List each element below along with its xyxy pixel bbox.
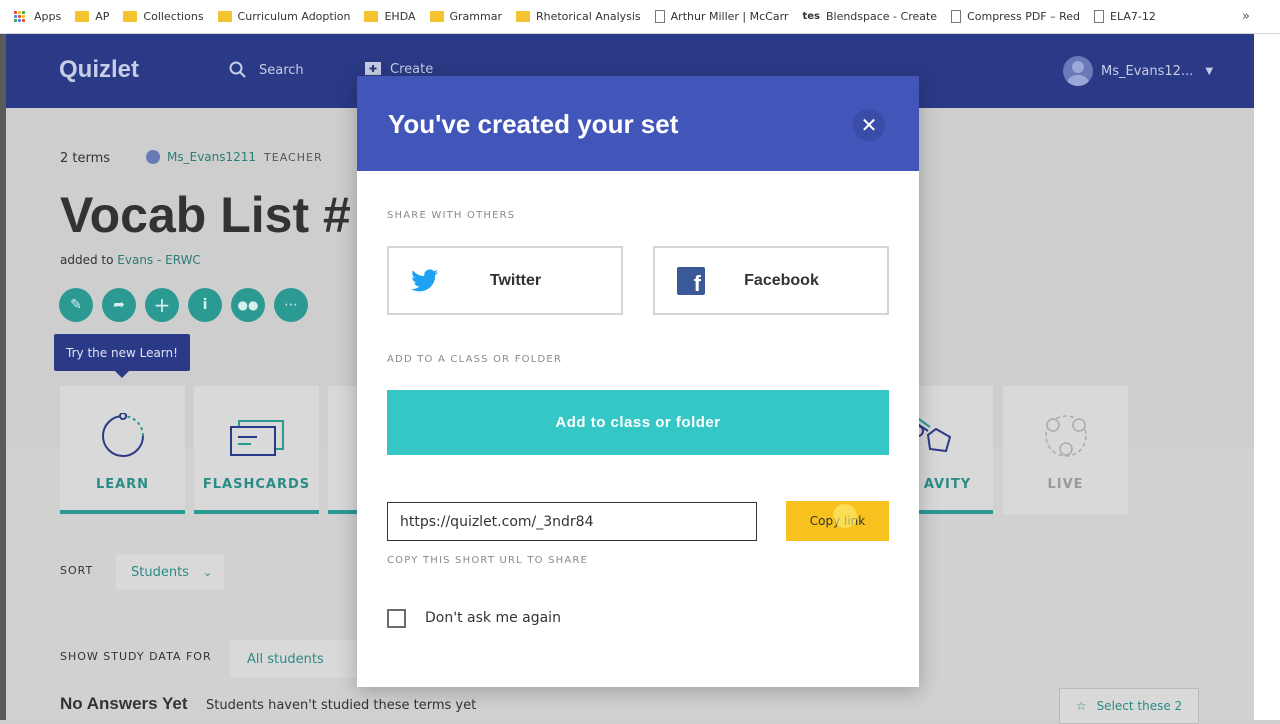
study-data-dropdown[interactable]: All students [230,640,360,678]
close-button[interactable]: ✕ [853,109,885,141]
share-button[interactable]: ➦ [102,288,136,322]
short-url-input[interactable] [387,502,757,541]
facebook-share-button[interactable]: f Facebook [653,246,889,315]
user-menu[interactable]: Ms_Evans12... ▼ [1063,56,1213,86]
quizlet-logo[interactable]: Quizlet [59,56,139,84]
bookmark-folder-curriculum[interactable]: Curriculum Adoption [217,10,350,23]
facebook-icon: f [676,266,706,296]
star-icon: ☆ [1075,699,1087,713]
add-button[interactable]: + [145,288,179,322]
apps-grid-icon [14,10,26,23]
dont-ask-label: Don't ask me again [425,610,561,626]
author-avatar [146,150,160,164]
share-section-label: SHARE WITH OTHERS [387,210,516,221]
twitter-icon [410,266,440,296]
class-link[interactable]: Evans - ERWC [117,253,201,267]
bookmark-blendspace[interactable]: tes Blendspace - Create [802,10,937,23]
copy-url-hint: COPY THIS SHORT URL TO SHARE [387,555,589,566]
study-data-label: SHOW STUDY DATA FOR [60,650,212,663]
window-edge-right [1254,34,1280,720]
modal-title: You've created your set [388,109,679,139]
learn-icon [101,413,144,457]
cursor-highlight [833,504,857,528]
folder-icon [75,11,90,22]
bookmark-folder-collections[interactable]: Collections [123,10,204,23]
tes-icon: tes [802,11,820,22]
no-answers-heading: No Answers Yet [60,694,188,713]
set-created-modal: You've created your set ✕ SHARE WITH OTH… [357,76,919,687]
folder-icon [515,11,530,22]
people-icon: ●● [237,298,259,312]
mode-flashcards[interactable]: FLASHCARDS [194,386,319,514]
term-count: 2 terms [60,151,111,166]
add-section-label: ADD TO A CLASS OR FOLDER [387,354,563,365]
page-icon [951,10,962,23]
info-icon: i [202,297,208,313]
create-button[interactable]: Create [364,61,433,77]
bookmarks-bar: Apps AP Collections Curriculum Adoption … [0,0,1280,34]
sort-label: SORT [60,564,94,577]
folder-icon [364,11,379,22]
dont-ask-checkbox[interactable] [387,609,406,628]
chevron-down-icon: ▼ [1205,65,1214,77]
search-icon [229,61,246,78]
bookmark-compress-pdf[interactable]: Compress PDF – Red [951,10,1080,23]
create-icon [365,62,381,75]
share-icon: ➦ [113,297,125,313]
plus-icon: + [153,293,171,317]
bookmark-folder-rhetorical[interactable]: Rhetorical Analysis [515,10,641,23]
add-to-class-button[interactable]: Add to class or folder [387,390,889,455]
learn-tooltip: Try the new Learn! [54,334,190,378]
page-icon [654,10,665,23]
folder-icon [123,11,138,22]
bookmark-folder-grammar[interactable]: Grammar [429,10,502,23]
close-icon: ✕ [860,113,878,137]
sort-dropdown[interactable]: Students ⌄ [116,554,224,590]
bookmark-folder-ap[interactable]: AP [75,10,109,23]
avatar [1063,56,1093,86]
page-icon [1094,10,1105,23]
folder-icon [429,11,444,22]
twitter-share-button[interactable]: Twitter [387,246,623,315]
more-icon: ⋯ [284,297,298,313]
bookmark-apps[interactable]: Apps [14,10,61,23]
added-to-class: added to Evans - ERWC [60,253,201,267]
class-members-button[interactable]: ●● [231,288,265,322]
bookmarks-overflow-button[interactable]: » [1242,9,1250,24]
more-button[interactable]: ⋯ [274,288,308,322]
modal-header: You've created your set ✕ [357,76,919,171]
info-button[interactable]: i [188,288,222,322]
bookmark-arthur-miller[interactable]: Arthur Miller | McCarr [654,10,788,23]
flashcards-icon [229,420,284,456]
chevron-down-icon: ⌄ [202,565,213,579]
pencil-icon: ✎ [70,297,82,313]
no-answers-subtext: Students haven't studied these terms yet [206,698,477,713]
mode-live[interactable]: LIVE [1003,386,1128,514]
set-author[interactable]: Ms_Evans1211 TEACHER [146,150,323,164]
mode-learn[interactable]: LEARN [60,386,185,514]
select-these-button[interactable]: ☆ Select these 2 [1059,688,1199,724]
search-button[interactable]: Search [229,61,304,79]
edit-button[interactable]: ✎ [59,288,93,322]
live-icon [1044,415,1087,457]
bookmark-ela[interactable]: ELA7-12 [1094,10,1156,23]
set-title: Vocab List # [60,187,351,243]
folder-icon [217,11,232,22]
bookmark-folder-ehda[interactable]: EHDA [364,10,416,23]
